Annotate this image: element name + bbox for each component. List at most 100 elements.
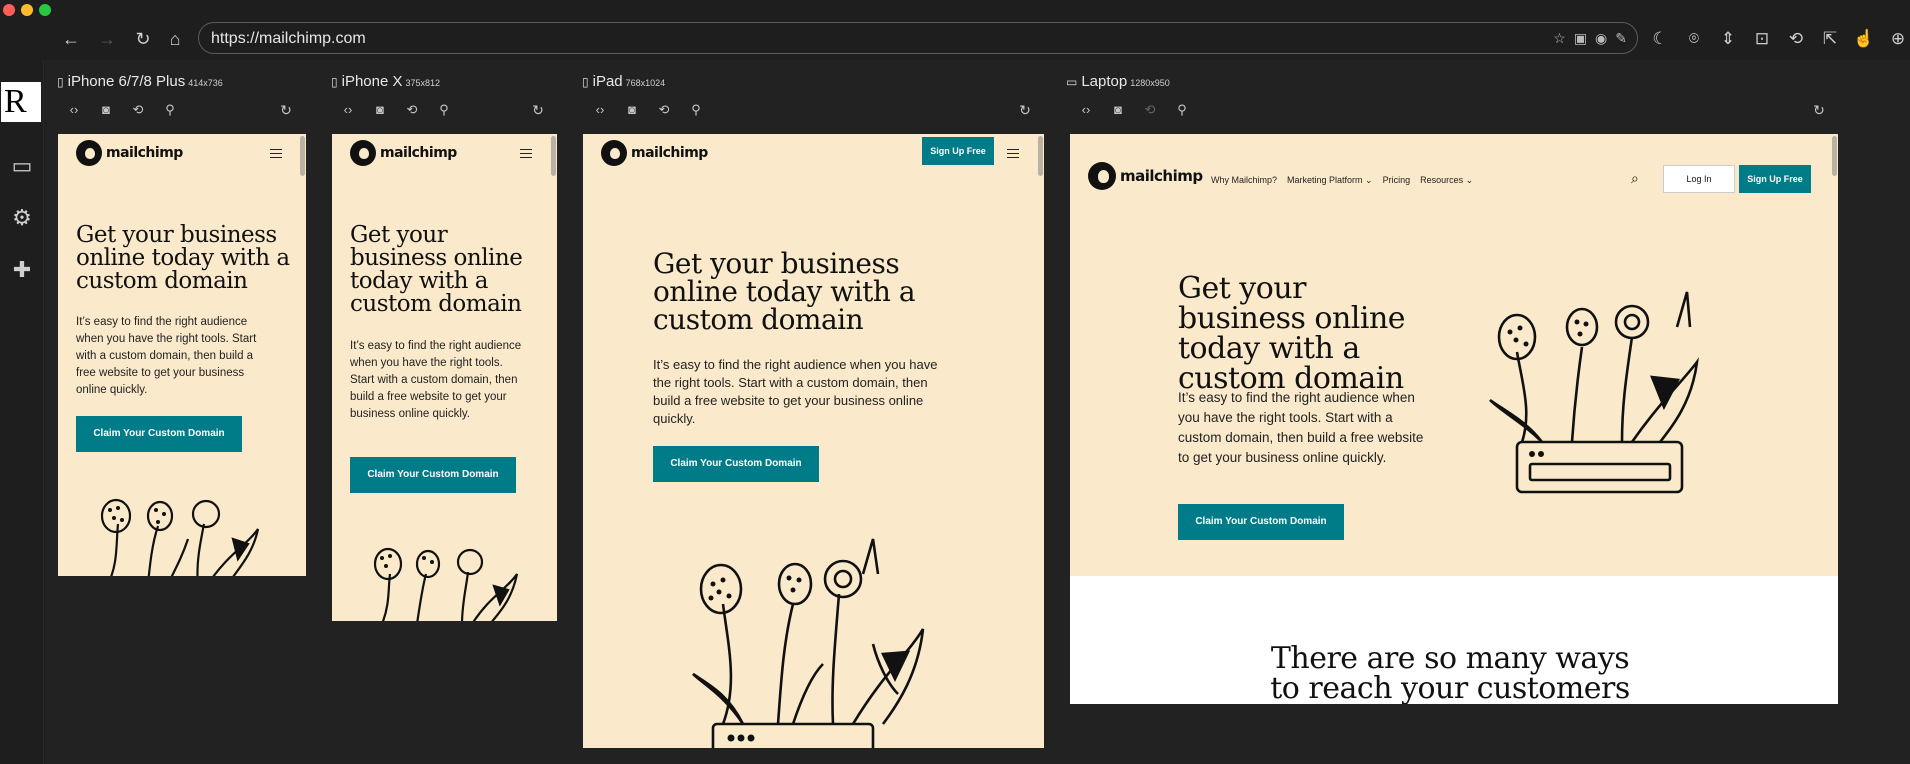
mailchimp-logo[interactable]: mailchimp xyxy=(76,140,183,166)
flower-illustration xyxy=(692,538,925,748)
code-icon[interactable]: ‹› xyxy=(1076,100,1096,120)
zoom-in-icon[interactable]: ⊕ xyxy=(1886,26,1910,52)
rotate-icon[interactable]: ⟲ xyxy=(654,100,674,120)
link-icon[interactable]: ⚲ xyxy=(434,100,454,120)
app-logo: R xyxy=(1,82,41,122)
rotate-icon[interactable]: ⟲ xyxy=(1784,26,1808,52)
link-icon[interactable]: ⚲ xyxy=(160,100,180,120)
camera-icon[interactable]: ◙ xyxy=(370,100,390,120)
page-body-text: It’s easy to find the right audience whe… xyxy=(653,357,938,426)
hamburger-menu-icon[interactable] xyxy=(520,149,532,158)
freddie-icon xyxy=(1088,162,1116,190)
log-in-button[interactable]: Log In xyxy=(1663,165,1735,193)
url-bar[interactable]: https://mailchimp.com ☆ ▣ ◉ ✎ xyxy=(198,22,1638,54)
scrollbar[interactable] xyxy=(1832,136,1837,176)
phone-icon: ▯ xyxy=(57,75,64,89)
link-icon[interactable]: ⚲ xyxy=(1172,100,1192,120)
flower-illustration xyxy=(1489,291,1699,494)
extension-icon[interactable]: ◉ xyxy=(1595,30,1607,47)
rotate-icon[interactable]: ⟲ xyxy=(1140,100,1160,120)
nav-why-mailchimp[interactable]: Why Mailchimp? xyxy=(1211,175,1277,186)
nav-marketing-platform[interactable]: Marketing Platform ⌄ xyxy=(1287,175,1373,186)
devices-icon[interactable]: ▭ xyxy=(6,150,38,182)
camera-icon[interactable]: ◙ xyxy=(622,100,642,120)
page-headline: Get your business online today with a cu… xyxy=(1178,271,1406,396)
device-header: ▯ iPhone 6/7/8 Plus 414x736 xyxy=(57,73,223,90)
device-viewport[interactable]: mailchimp Get your business online today… xyxy=(58,134,306,576)
device-dimensions: 768x1024 xyxy=(625,78,666,88)
device-tools: ‹› ◙ ⟲ ⚲ xyxy=(64,100,180,120)
extension-icon[interactable]: ✎ xyxy=(1615,30,1627,47)
brand-name: mailchimp xyxy=(380,145,457,161)
mouse-icon[interactable]: ⌾ xyxy=(1682,26,1706,52)
sign-up-button[interactable]: Sign Up Free xyxy=(1739,165,1811,193)
mailchimp-logo[interactable]: mailchimp xyxy=(1088,162,1203,190)
minimize-window-button[interactable] xyxy=(21,4,33,16)
page-headline: Get your business online today with a cu… xyxy=(653,247,916,336)
primary-nav: Why Mailchimp? Marketing Platform ⌄ Pric… xyxy=(1211,175,1473,186)
touch-icon[interactable]: ☝ xyxy=(1852,26,1876,52)
freddie-icon xyxy=(76,140,102,166)
claim-domain-button[interactable]: Claim Your Custom Domain xyxy=(350,457,516,493)
dark-mode-icon[interactable]: ☾ xyxy=(1648,26,1672,52)
device-name: iPhone 6/7/8 Plus xyxy=(67,73,186,90)
rotate-icon[interactable]: ⟲ xyxy=(402,100,422,120)
device-viewport[interactable]: mailchimp Get your business online today… xyxy=(332,134,557,621)
puzzle-icon[interactable]: ✚ xyxy=(6,254,38,286)
freddie-icon xyxy=(601,140,627,166)
sign-up-button[interactable]: Sign Up Free xyxy=(922,137,994,165)
device-viewport[interactable]: mailchimp Sign Up Free Get your business… xyxy=(583,134,1044,748)
page-body-text: It’s easy to find the right audience whe… xyxy=(1178,390,1424,465)
forward-icon[interactable]: → xyxy=(94,26,120,52)
device-dimensions: 375x812 xyxy=(405,78,441,88)
camera-icon[interactable]: ◙ xyxy=(1108,100,1128,120)
device-refresh-icon[interactable]: ↻ xyxy=(276,100,296,120)
browser-toolbar: ← → ↻ ⌂ https://mailchimp.com ☆ ▣ ◉ ✎ ☾ … xyxy=(0,18,1910,60)
scrollbar[interactable] xyxy=(551,136,556,176)
code-icon[interactable]: ‹› xyxy=(590,100,610,120)
hamburger-menu-icon[interactable] xyxy=(1007,149,1019,158)
scrollbar[interactable] xyxy=(1038,136,1043,176)
gear-icon[interactable]: ⚙ xyxy=(6,202,38,234)
device-refresh-icon[interactable]: ↻ xyxy=(1809,100,1829,120)
device-tools: ‹› ◙ ⟲ ⚲ xyxy=(590,100,706,120)
mailchimp-logo[interactable]: mailchimp xyxy=(350,140,457,166)
extension-icon[interactable]: ▣ xyxy=(1574,30,1587,47)
pointer-icon[interactable]: ⇱ xyxy=(1818,26,1842,52)
mailchimp-logo[interactable]: mailchimp xyxy=(601,140,708,166)
claim-domain-button[interactable]: Claim Your Custom Domain xyxy=(653,446,819,482)
brand-name: mailchimp xyxy=(106,145,183,161)
url-text[interactable]: https://mailchimp.com xyxy=(211,30,366,48)
camera-icon[interactable]: ◙ xyxy=(96,100,116,120)
scrollbar[interactable] xyxy=(300,136,305,176)
claim-domain-button[interactable]: Claim Your Custom Domain xyxy=(76,416,242,452)
back-icon[interactable]: ← xyxy=(58,26,84,52)
reload-icon[interactable]: ↻ xyxy=(130,26,156,52)
search-icon[interactable]: ⌕ xyxy=(1631,170,1647,186)
home-icon[interactable]: ⌂ xyxy=(162,26,188,52)
claim-domain-button[interactable]: Claim Your Custom Domain xyxy=(1178,504,1344,540)
device-name: iPad xyxy=(592,73,623,90)
device-refresh-icon[interactable]: ↻ xyxy=(528,100,548,120)
rotate-icon[interactable]: ⟲ xyxy=(128,100,148,120)
url-bar-icons: ☆ ▣ ◉ ✎ xyxy=(1553,30,1627,47)
hamburger-menu-icon[interactable] xyxy=(270,149,282,158)
nav-resources[interactable]: Resources ⌄ xyxy=(1420,175,1473,186)
scroll-icon[interactable]: ⇕ xyxy=(1716,26,1740,52)
screenshot-icon[interactable]: ⊡ xyxy=(1750,26,1774,52)
tablet-icon: ▯ xyxy=(582,75,589,89)
code-icon[interactable]: ‹› xyxy=(338,100,358,120)
code-icon[interactable]: ‹› xyxy=(64,100,84,120)
device-tools: ‹› ◙ ⟲ ⚲ xyxy=(338,100,454,120)
content-section: There are so many ways to reach your cus… xyxy=(1070,576,1838,704)
flower-illustration xyxy=(100,498,260,576)
close-window-button[interactable] xyxy=(3,4,15,16)
device-viewport[interactable]: mailchimp Why Mailchimp? Marketing Platf… xyxy=(1070,134,1838,704)
zoom-window-button[interactable] xyxy=(39,4,51,16)
page-body-text: It’s easy to find the right audience whe… xyxy=(350,340,522,420)
bookmark-star-icon[interactable]: ☆ xyxy=(1553,30,1566,47)
device-dimensions: 414x736 xyxy=(188,78,223,88)
nav-pricing[interactable]: Pricing xyxy=(1383,175,1411,186)
device-refresh-icon[interactable]: ↻ xyxy=(1015,100,1035,120)
link-icon[interactable]: ⚲ xyxy=(686,100,706,120)
